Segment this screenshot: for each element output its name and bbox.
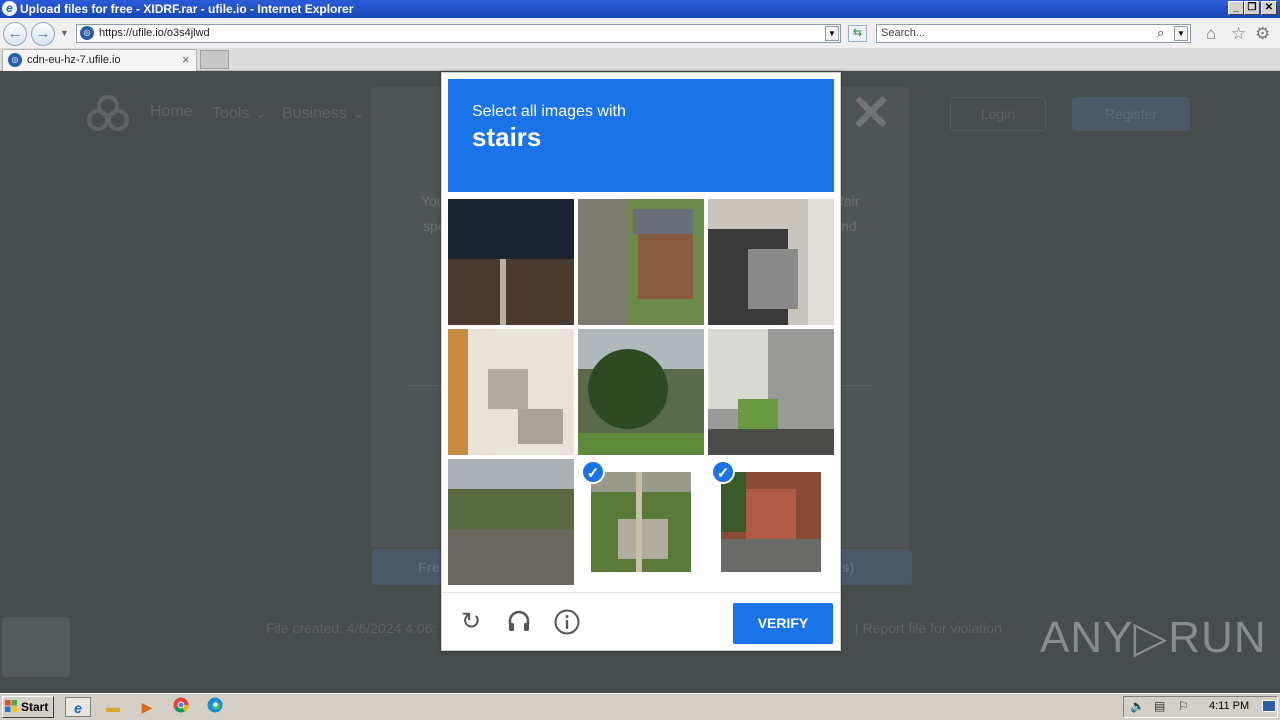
- login-button[interactable]: Login: [950, 97, 1046, 131]
- report-violation-link[interactable]: | Report file for violation: [855, 620, 1002, 636]
- free-download-label: Fre: [418, 559, 440, 575]
- volume-icon[interactable]: 🔈: [1130, 699, 1145, 713]
- tile-8-selected-check-icon: ✓: [581, 460, 605, 484]
- internet-explorer-icon: e: [2, 1, 17, 16]
- close-window-button[interactable]: ✕: [1261, 1, 1277, 15]
- verify-button[interactable]: VERIFY: [733, 603, 833, 644]
- show-desktop-icon[interactable]: [1262, 700, 1276, 712]
- captcha-tile-2[interactable]: [578, 199, 704, 325]
- captcha-tile-6[interactable]: [708, 329, 834, 455]
- audio-challenge-headphones-icon[interactable]: [505, 608, 533, 636]
- captcha-tile-3[interactable]: [708, 199, 834, 325]
- back-arrow-icon: ←: [7, 25, 23, 42]
- forward-button[interactable]: →: [31, 22, 55, 46]
- recaptcha-badge[interactable]: [2, 617, 70, 677]
- captcha-tile-1[interactable]: [448, 199, 574, 325]
- address-dropdown-icon[interactable]: ▼: [825, 26, 839, 41]
- favorites-star-icon[interactable]: ☆: [1231, 24, 1246, 44]
- captcha-tile-5[interactable]: [578, 329, 704, 455]
- captcha-keyword: stairs: [472, 122, 542, 152]
- taskbar-edge-icon[interactable]: [204, 697, 226, 717]
- captcha-tile-7[interactable]: [448, 459, 574, 585]
- file-created-text: File created: 4/6/2024 4:06:: [266, 620, 437, 636]
- search-input[interactable]: Search...: [876, 24, 1191, 43]
- search-dropdown-icon[interactable]: ▼: [1174, 26, 1188, 41]
- windows-logo-icon: [5, 700, 17, 712]
- site-favicon-icon: ◎: [80, 26, 94, 40]
- nav-business[interactable]: Business ⌄: [282, 103, 365, 123]
- nav-home[interactable]: Home: [150, 103, 193, 121]
- captcha-tile-4[interactable]: [448, 329, 574, 455]
- taskbar-media-player-icon[interactable]: ▶: [136, 697, 158, 717]
- browser-tab[interactable]: cdn-eu-hz-7.ufile.io: [2, 49, 197, 71]
- system-tray: [1123, 696, 1278, 718]
- info-icon[interactable]: [553, 608, 581, 636]
- back-button[interactable]: ←: [3, 22, 27, 46]
- network-icon[interactable]: ▤: [1154, 699, 1165, 713]
- taskbar-clock[interactable]: 4:11 PM: [1209, 700, 1249, 712]
- taskbar-explorer-folder-icon[interactable]: ▬: [102, 697, 124, 717]
- action-center-flag-icon[interactable]: ⚐: [1178, 699, 1189, 713]
- modal-close-icon[interactable]: ✕: [850, 84, 892, 142]
- captcha-footer-divider: [441, 592, 841, 593]
- nav-tools[interactable]: Tools ⌄: [212, 103, 267, 123]
- address-bar[interactable]: https://ufile.io/o3s4jlwd: [76, 24, 841, 43]
- refresh-button[interactable]: ⇆: [848, 25, 867, 42]
- history-dropdown-icon[interactable]: ▼: [60, 28, 69, 38]
- forward-arrow-icon: →: [35, 25, 51, 42]
- taskbar: [0, 693, 1280, 720]
- gear-icon[interactable]: ⚙: [1255, 24, 1270, 44]
- register-button[interactable]: Register: [1072, 97, 1190, 131]
- taskbar-ie-icon[interactable]: e: [65, 697, 91, 717]
- ufile-logo-icon: [87, 95, 129, 131]
- anyrun-watermark: ANY▷RUN: [1040, 613, 1267, 662]
- new-tab-button[interactable]: [200, 50, 229, 69]
- reload-challenge-icon[interactable]: ↻: [457, 608, 485, 636]
- window-title-bar: Upload files for free - XIDRF.rar - ufil…: [0, 0, 1280, 18]
- modal-text-right-1: fair: [840, 193, 860, 209]
- restore-button[interactable]: ❐: [1244, 1, 1260, 15]
- captcha-instruction: Select all images with: [472, 103, 626, 120]
- taskbar-chrome-icon[interactable]: [170, 697, 192, 717]
- tab-favicon-icon: ◎: [8, 53, 22, 67]
- home-icon[interactable]: ⌂: [1206, 24, 1216, 44]
- search-icon[interactable]: ⌕: [1157, 25, 1164, 41]
- minimize-button[interactable]: _: [1228, 1, 1244, 15]
- tab-close-icon[interactable]: ×: [182, 52, 190, 67]
- refresh-icon: ⇆: [852, 27, 863, 39]
- modal-text-right-2: nd: [841, 218, 857, 234]
- tile-9-selected-check-icon: ✓: [711, 460, 735, 484]
